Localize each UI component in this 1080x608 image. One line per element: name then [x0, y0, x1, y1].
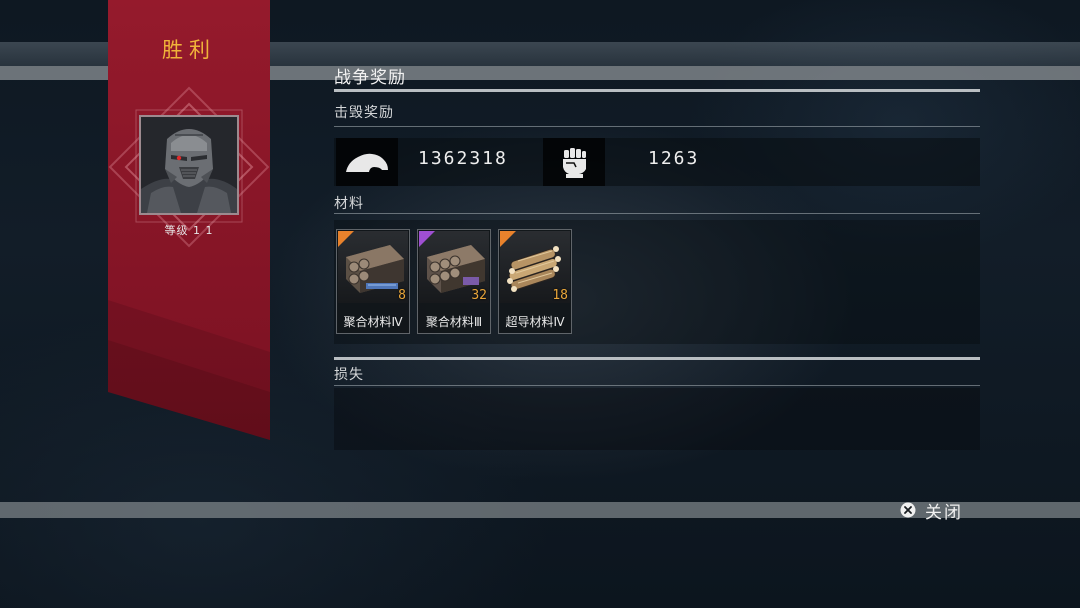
loss-divider [334, 385, 980, 386]
x-circle-icon [900, 502, 916, 518]
material-card[interactable]: 8 聚合材料Ⅳ [336, 229, 410, 334]
rarity-marker [419, 231, 435, 247]
materials-divider [334, 213, 980, 214]
victory-title: 胜利 [162, 38, 216, 62]
material-name: 聚合材料Ⅳ [343, 315, 403, 329]
material-card[interactable]: 18 超导材料Ⅳ [498, 229, 572, 334]
title-divider [334, 89, 980, 92]
close-label: 关闭 [925, 502, 963, 523]
materials-label: 材料 [334, 196, 364, 212]
credits-icon [336, 138, 398, 186]
material-name: 超导材料Ⅳ [505, 315, 565, 329]
loss-label: 损失 [334, 367, 364, 383]
pilot-level: 等级 1 1 [164, 224, 214, 237]
fist-value: 1263 [648, 148, 700, 169]
credits-value: 1362318 [418, 148, 508, 169]
kill-reward-divider [334, 126, 980, 127]
kill-reward-label: 击毁奖励 [334, 105, 394, 121]
panel-title: 战争奖励 [334, 68, 406, 88]
pilot-avatar [139, 115, 239, 215]
rarity-marker [338, 231, 354, 247]
rarity-marker [500, 231, 516, 247]
material-name: 聚合材料Ⅲ [425, 315, 483, 329]
loss-area [334, 388, 980, 450]
victory-banner [108, 0, 270, 440]
material-count: 18 [552, 288, 568, 303]
loss-divider-top [334, 357, 980, 360]
fist-icon [543, 138, 605, 186]
material-card[interactable]: 32 聚合材料Ⅲ [417, 229, 491, 334]
close-button[interactable]: 关闭 [900, 498, 963, 523]
material-count: 32 [471, 288, 487, 303]
material-count: 8 [398, 288, 406, 303]
